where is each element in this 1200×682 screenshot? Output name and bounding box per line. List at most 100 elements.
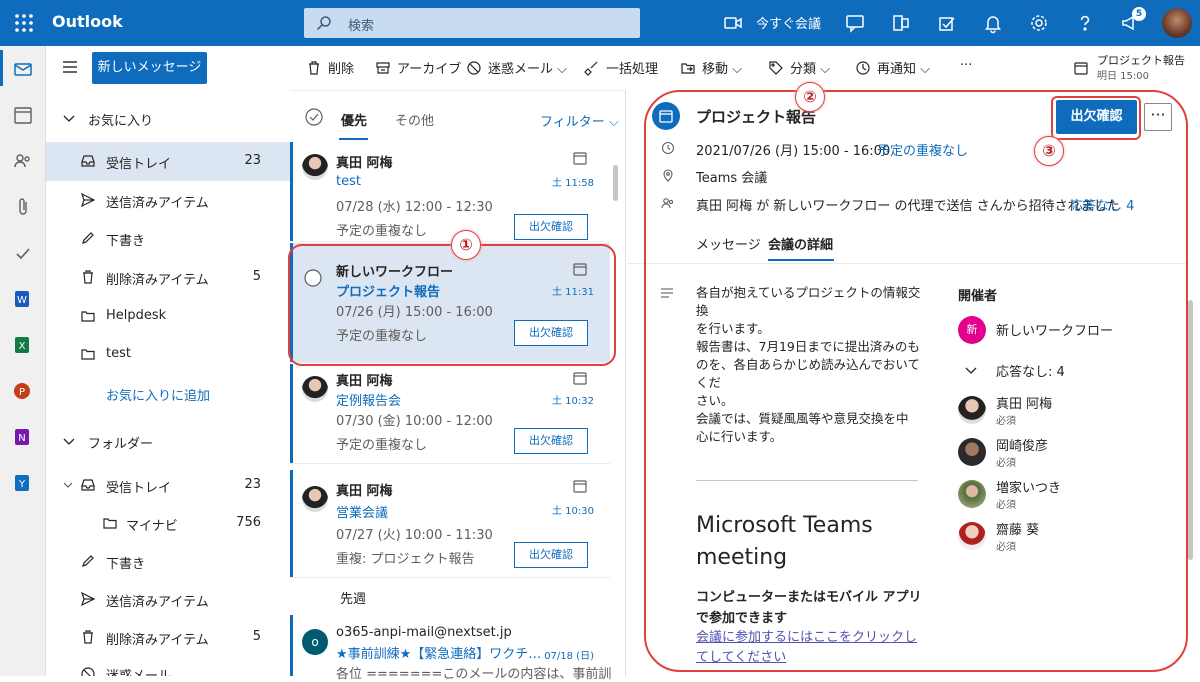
app-launcher-icon[interactable] — [12, 11, 36, 35]
unread-count: 23 — [244, 153, 261, 168]
list-item[interactable]: 真田 阿梅 定例報告会 土 10:32 07/30 (金) 10:00 - 12… — [290, 364, 610, 464]
calendar-icon[interactable] — [12, 104, 34, 126]
video-camera-icon[interactable] — [722, 12, 744, 34]
excel-icon[interactable]: X — [12, 334, 34, 356]
folder-inbox[interactable]: 受信トレイ 23 — [46, 466, 290, 504]
sender-name: 真田 阿梅 — [336, 156, 393, 171]
bell-icon[interactable] — [982, 12, 1004, 34]
todo-icon[interactable] — [936, 12, 958, 34]
list-item[interactable]: 真田 阿梅 営業会議 土 10:30 07/27 (火) 10:00 - 11:… — [290, 470, 610, 578]
yammer-icon[interactable]: Y — [12, 472, 34, 494]
account-avatar[interactable] — [1162, 8, 1192, 38]
tab-focused[interactable]: 優先 — [341, 110, 367, 129]
sender-name: 真田 阿梅 — [336, 374, 393, 389]
conflict-note: 予定の重複なし — [336, 438, 428, 453]
trash-icon — [309, 61, 319, 75]
subject: 定例報告会 — [336, 394, 402, 409]
snooze-button[interactable]: 再通知 ⌵ — [855, 58, 930, 77]
move-button[interactable]: 移動 ⌵ — [680, 58, 742, 77]
sender-name: 真田 阿梅 — [336, 484, 393, 499]
list-item[interactable]: 真田 阿梅 test 土 11:58 07/28 (水) 12:00 - 12:… — [290, 142, 610, 242]
tag-icon — [769, 61, 783, 75]
folder-deleted[interactable]: 削除済みアイテム 5 — [46, 618, 290, 656]
chevron-down-icon[interactable] — [62, 434, 76, 448]
trash-icon — [80, 269, 96, 285]
rail-selection-indicator — [0, 50, 3, 86]
powerpoint-icon[interactable]: P — [12, 380, 34, 402]
gear-icon[interactable] — [1028, 12, 1050, 34]
sweep-button[interactable]: 一括処理 — [584, 58, 658, 77]
rsvp-button[interactable]: 出欠確認 — [514, 214, 588, 240]
favorites-header[interactable]: お気に入り — [88, 110, 153, 129]
meet-now-button[interactable]: 今すぐ会議 — [756, 13, 821, 32]
help-icon[interactable] — [1074, 12, 1096, 34]
reminder-time: 明日 15:00 — [1097, 71, 1149, 82]
archive-button[interactable]: アーカイブ — [375, 58, 461, 77]
app-name[interactable]: Outlook — [52, 12, 123, 31]
folder-sent[interactable]: 送信済みアイテム — [46, 580, 290, 618]
chevron-down-icon[interactable] — [62, 479, 74, 491]
fav-test[interactable]: test — [46, 335, 290, 373]
more-commands-button[interactable]: ··· — [960, 58, 972, 73]
select-all-checkbox-icon[interactable] — [305, 108, 323, 126]
svg-text:N: N — [18, 433, 25, 444]
attachment-icon[interactable] — [12, 196, 34, 218]
folder-icon — [102, 515, 118, 531]
people-icon[interactable] — [12, 150, 34, 172]
conflict-note: 重複: プロジェクト報告 — [336, 552, 475, 567]
calendar-reminder-icon[interactable] — [1073, 60, 1089, 76]
office-icon[interactable] — [890, 12, 912, 34]
folder-label: 受信トレイ — [106, 157, 172, 172]
search-placeholder: 検索 — [348, 19, 375, 34]
fav-sent[interactable]: 送信済みアイテム — [46, 181, 290, 219]
chevron-down-icon[interactable] — [62, 111, 76, 125]
list-item[interactable]: o o365-anpi-mail@nextset.jp ★事前訓練★【緊急連絡】… — [290, 615, 611, 682]
sender-name: o365-anpi-mail@nextset.jp — [336, 625, 512, 640]
rsvp-button[interactable]: 出欠確認 — [514, 428, 588, 454]
reading-pane-scrollbar[interactable] — [1188, 300, 1193, 560]
folder-label: 下書き — [106, 557, 146, 572]
fav-inbox[interactable]: 受信トレイ 23 — [46, 142, 290, 180]
fav-helpdesk[interactable]: Helpdesk — [46, 297, 290, 335]
hamburger-icon[interactable] — [62, 60, 78, 74]
categorize-button[interactable]: 分類 ⌵ — [768, 58, 830, 77]
unread-count: 23 — [244, 477, 261, 492]
tab-other[interactable]: その他 — [395, 110, 434, 129]
todo-rail-icon[interactable] — [12, 242, 34, 264]
section-header-last-week: 先週 — [340, 592, 367, 607]
block-icon — [467, 61, 481, 75]
avatar — [302, 486, 328, 512]
calendar-icon — [572, 478, 588, 494]
rsvp-button[interactable]: 出欠確認 — [514, 542, 588, 568]
folder-label: Helpdesk — [106, 308, 167, 323]
fav-deleted[interactable]: 削除済みアイテム 5 — [46, 258, 290, 296]
teams-chat-icon[interactable] — [844, 12, 866, 34]
folder-label: 受信トレイ — [106, 481, 172, 496]
folder-label: 下書き — [106, 234, 146, 249]
annotation-ring-2 — [644, 90, 1188, 672]
add-favorite-link[interactable]: お気に入りに追加 — [106, 385, 210, 404]
annotation-ring-3 — [1051, 96, 1141, 140]
folder-mynavi[interactable]: マイナビ 756 — [46, 504, 290, 542]
onenote-icon[interactable]: N — [12, 426, 34, 448]
folders-header[interactable]: フォルダー — [88, 433, 153, 452]
folder-junk[interactable]: 迷惑メール — [46, 656, 290, 676]
new-message-button[interactable]: 新しいメッセージ — [92, 52, 207, 84]
fav-drafts[interactable]: 下書き — [46, 219, 290, 257]
meeting-time: 07/30 (金) 10:00 - 12:00 — [336, 414, 493, 429]
search-input[interactable]: 検索 — [304, 8, 640, 38]
inbox-icon — [80, 477, 96, 493]
received-time: 07/18 (日) — [544, 651, 594, 662]
delete-button[interactable]: 削除 — [306, 58, 354, 77]
calendar-icon — [572, 150, 588, 166]
mail-icon[interactable] — [12, 58, 34, 80]
folder-drafts[interactable]: 下書き — [46, 542, 290, 580]
avatar — [302, 154, 328, 180]
filter-button[interactable]: フィルター ⌵ — [540, 111, 619, 130]
word-icon[interactable]: W — [12, 288, 34, 310]
junk-button[interactable]: 迷惑メール ⌵ — [466, 58, 567, 77]
reminder-title[interactable]: プロジェクト報告 — [1097, 52, 1185, 68]
send-icon — [80, 591, 96, 607]
list-scrollbar[interactable] — [613, 165, 618, 201]
unread-count: 5 — [252, 629, 261, 644]
